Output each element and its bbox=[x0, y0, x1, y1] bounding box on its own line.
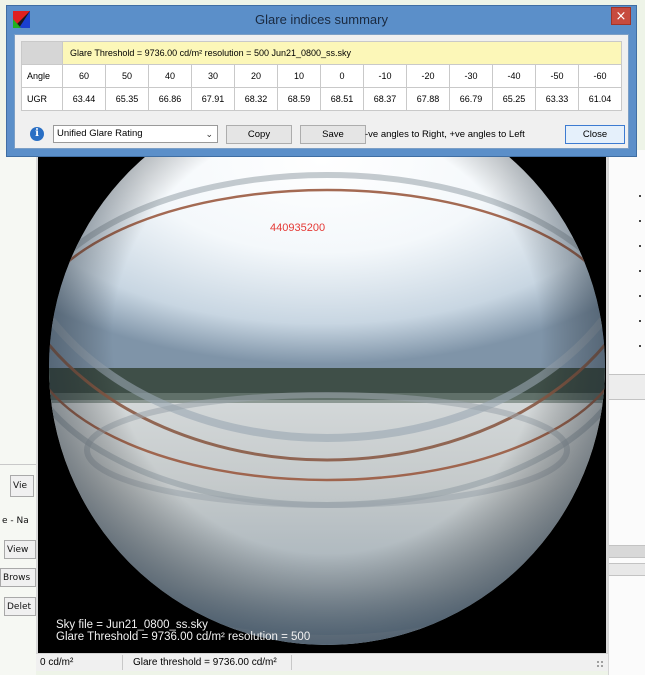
angle-cell: -50 bbox=[535, 64, 579, 88]
title-bar[interactable]: Glare indices summary × bbox=[7, 6, 636, 34]
angle-cell: -60 bbox=[578, 64, 622, 88]
table-ugr-row: UGR 63.44 65.35 66.86 67.91 68.32 68.59 … bbox=[21, 87, 622, 111]
ugr-cell: 67.91 bbox=[191, 87, 235, 111]
ugr-cell: 67.88 bbox=[406, 87, 450, 111]
save-button[interactable]: Save bbox=[300, 125, 366, 144]
ugr-cell: 68.59 bbox=[277, 87, 321, 111]
table-corner-cell bbox=[21, 41, 63, 65]
angle-cell: 10 bbox=[277, 64, 321, 88]
chevron-down-icon: ⌄ bbox=[205, 129, 213, 139]
ugr-cell: 66.86 bbox=[148, 87, 192, 111]
status-luminance: 0 cd/m² bbox=[40, 657, 74, 668]
peak-luminance-value: 440935200 bbox=[270, 222, 326, 234]
background-scroll-strip bbox=[609, 563, 645, 576]
angle-row-header: Angle bbox=[21, 64, 63, 88]
angle-cell: 0 bbox=[320, 64, 364, 88]
background-view-tab[interactable]: Vie bbox=[10, 475, 34, 497]
status-bar: 0 cd/m² Glare threshold = 9736.00 cd/m² bbox=[36, 653, 608, 671]
ugr-cell: 68.32 bbox=[234, 87, 278, 111]
status-glare-threshold: Glare threshold = 9736.00 cd/m² bbox=[133, 657, 277, 668]
angle-cell: 50 bbox=[105, 64, 149, 88]
angle-cell: -30 bbox=[449, 64, 493, 88]
angle-direction-hint: -ve angles to Right, +ve angles to Left bbox=[365, 129, 525, 140]
table-angle-row: Angle 60 50 40 30 20 10 0 -10 -20 -30 -4… bbox=[21, 64, 622, 88]
ugr-cell: 65.35 bbox=[105, 87, 149, 111]
dialog-client-area: Glare Threshold = 9736.00 cd/m² resoluti… bbox=[14, 34, 629, 149]
background-name-field[interactable]: e - Na bbox=[0, 512, 36, 531]
copy-button[interactable]: Copy bbox=[226, 125, 292, 144]
ugr-cell: 66.79 bbox=[449, 87, 493, 111]
info-icon[interactable]: i bbox=[30, 127, 44, 141]
dialog-title: Glare indices summary bbox=[255, 12, 388, 27]
status-separator bbox=[291, 655, 292, 670]
glare-info-line: Glare Threshold = 9736.00 cd/m² resoluti… bbox=[62, 41, 622, 65]
glare-index-selected: Unified Glare Rating bbox=[57, 128, 143, 139]
table-info-row: Glare Threshold = 9736.00 cd/m² resoluti… bbox=[21, 41, 622, 65]
angle-cell: 60 bbox=[62, 64, 106, 88]
background-delete-button[interactable]: Delet bbox=[4, 597, 36, 616]
angle-cell: -20 bbox=[406, 64, 450, 88]
glare-indices-table: Glare Threshold = 9736.00 cd/m² resoluti… bbox=[21, 41, 622, 111]
ugr-cell: 63.44 bbox=[62, 87, 106, 111]
background-view-button[interactable]: View bbox=[4, 540, 36, 559]
angle-cell: 40 bbox=[148, 64, 192, 88]
ugr-cell: 68.37 bbox=[363, 87, 407, 111]
angle-cell: 30 bbox=[191, 64, 235, 88]
ugr-row-header: UGR bbox=[21, 87, 63, 111]
ugr-cell: 65.25 bbox=[492, 87, 536, 111]
status-separator bbox=[122, 655, 123, 670]
background-scroll-strip bbox=[609, 545, 645, 558]
angle-cell: 20 bbox=[234, 64, 278, 88]
background-divider bbox=[0, 464, 36, 465]
close-button[interactable]: Close bbox=[565, 125, 625, 144]
ugr-cell: 68.51 bbox=[320, 87, 364, 111]
ugr-cell: 63.33 bbox=[535, 87, 579, 111]
glare-index-select[interactable]: Unified Glare Rating ⌄ bbox=[53, 125, 218, 143]
background-right-panel bbox=[608, 150, 645, 675]
fisheye-image-view: 440935200 Sky file = Jun21_0800_ss.sky G… bbox=[36, 150, 608, 653]
sky-file-caption: Sky file = Jun21_0800_ss.sky bbox=[56, 619, 208, 631]
window-close-icon[interactable]: × bbox=[611, 7, 631, 25]
ugr-cell: 61.04 bbox=[578, 87, 622, 111]
dialog-controls: i Unified Glare Rating ⌄ Copy Save -ve a… bbox=[15, 123, 628, 147]
background-scroll-strip bbox=[609, 374, 645, 400]
angle-cell: -10 bbox=[363, 64, 407, 88]
angle-cell: -40 bbox=[492, 64, 536, 88]
resize-grip-icon[interactable] bbox=[596, 660, 604, 668]
glare-summary-dialog: Glare indices summary × Glare Threshold … bbox=[6, 5, 637, 157]
background-browse-button[interactable]: Brows bbox=[0, 568, 36, 587]
glare-threshold-caption: Glare Threshold = 9736.00 cd/m² resoluti… bbox=[56, 631, 311, 643]
